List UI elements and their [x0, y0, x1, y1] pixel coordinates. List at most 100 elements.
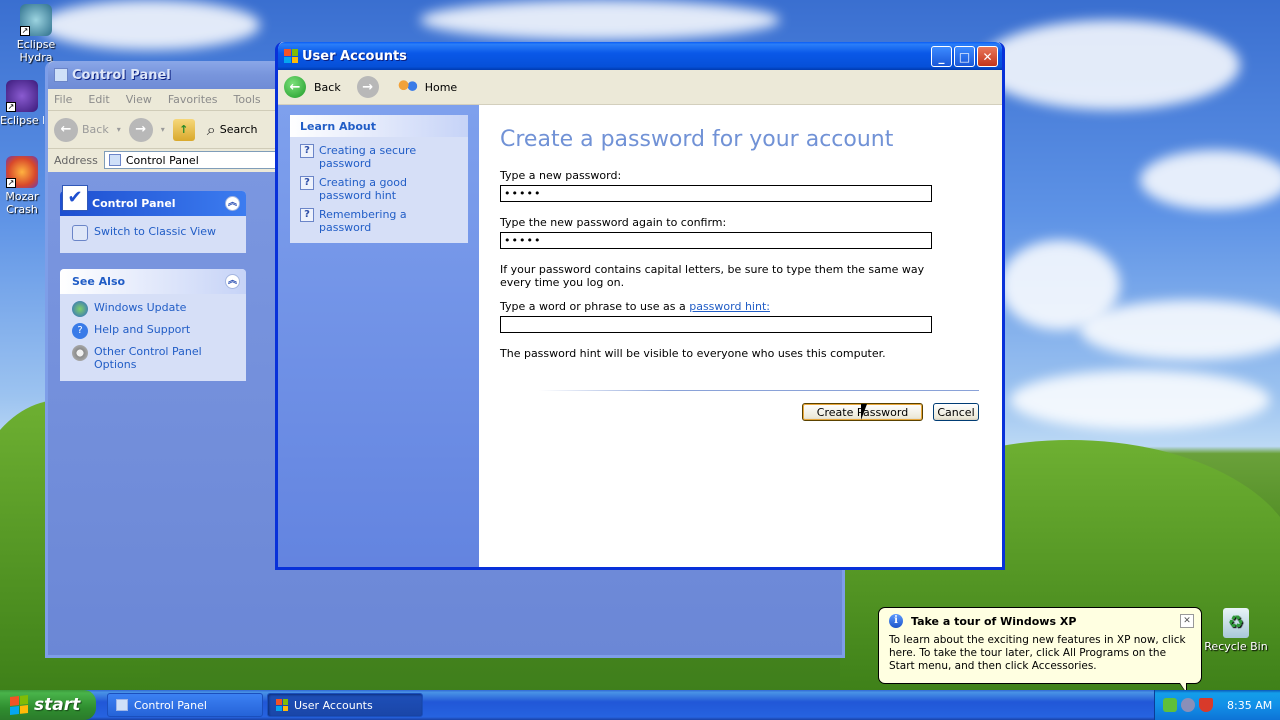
classic-view-icon	[72, 225, 88, 241]
task-label: Control Panel	[134, 698, 207, 712]
menu-file[interactable]: File	[54, 93, 72, 106]
control-panel-small-icon	[108, 154, 121, 166]
shortcut-arrow-icon: ↗	[20, 26, 30, 36]
search-icon[interactable]: ⌕	[207, 120, 216, 140]
desktop-icon-mozilla-crash[interactable]: ↗ Mozar Crash	[0, 156, 44, 216]
start-label: start	[34, 695, 81, 715]
collapse-chevron-icon[interactable]: ︽	[225, 196, 240, 211]
desktop-icon-eclipse-l[interactable]: ↗ Eclipse L	[0, 80, 44, 127]
mouse-cursor-icon	[861, 404, 873, 420]
confirm-password-label: Type the new password again to confirm:	[500, 216, 727, 229]
see-also-header[interactable]: See Also ︽	[60, 269, 246, 294]
user-accounts-titlebar[interactable]: User Accounts _ □ ✕	[278, 42, 1002, 70]
cancel-button[interactable]: Cancel	[933, 403, 979, 421]
learn-about-box: Learn About ? Creating a secure password…	[290, 115, 468, 243]
link-label: Other Control Panel Options	[94, 345, 202, 371]
close-button[interactable]: ✕	[977, 46, 998, 67]
firefox-icon: ↗	[6, 156, 38, 188]
maximize-button[interactable]: □	[954, 46, 975, 67]
password-hint-field[interactable]	[500, 316, 932, 333]
learn-password-hint-link[interactable]: ? Creating a good password hint	[290, 173, 468, 205]
back-arrow-icon[interactable]: ←	[54, 117, 78, 142]
taskbar: start Control Panel User Accounts 8:35 A…	[0, 690, 1280, 720]
help-icon: ?	[72, 323, 88, 339]
see-also-windows-update[interactable]: Windows Update	[60, 298, 246, 320]
menu-view[interactable]: View	[126, 93, 152, 106]
new-password-label: Type a new password:	[500, 169, 622, 182]
taskbar-user-accounts[interactable]: User Accounts	[267, 693, 423, 717]
caps-note: If your password contains capital letter…	[500, 263, 925, 289]
menu-tools[interactable]: Tools	[234, 93, 261, 106]
minimize-button[interactable]: _	[931, 46, 952, 67]
collapse-chevron-icon[interactable]: ︽	[225, 274, 240, 289]
back-arrow-icon[interactable]: ←	[284, 76, 306, 98]
update-tray-icon[interactable]	[1181, 698, 1195, 712]
see-also-other-options[interactable]: Other Control Panel Options	[60, 342, 246, 374]
up-folder-icon[interactable]: ↑	[172, 118, 195, 141]
security-shield-icon[interactable]	[1199, 698, 1213, 712]
search-button-label[interactable]: Search	[220, 123, 258, 136]
taskbox-header[interactable]: ✔ Control Panel ︽	[60, 185, 246, 216]
password-hint-link[interactable]: password hint:	[689, 300, 770, 313]
window-controls: _ □ ✕	[931, 46, 998, 67]
user-accounts-nav: ← Back → Home	[278, 70, 1002, 105]
back-button-label[interactable]: Back	[82, 123, 109, 136]
shortcut-arrow-icon: ↗	[6, 178, 16, 188]
user-accounts-icon	[284, 49, 298, 63]
window-title: User Accounts	[302, 48, 407, 64]
forward-arrow-icon[interactable]: →	[128, 117, 153, 142]
clock[interactable]: 8:35 AM	[1227, 699, 1272, 712]
link-label: Windows Update	[94, 301, 187, 314]
taskbar-control-panel[interactable]: Control Panel	[107, 693, 263, 717]
balloon-title: Take a tour of Windows XP	[911, 614, 1077, 628]
link-label: Help and Support	[94, 323, 191, 336]
switch-classic-view-link[interactable]: Switch to Classic View	[60, 222, 246, 244]
see-also-help-support[interactable]: ? Help and Support	[60, 320, 246, 342]
learn-about-header: Learn About	[290, 115, 468, 137]
control-panel-taskbox: ✔ Control Panel ︽ Switch to Classic View	[60, 185, 246, 253]
hint-label: Type a word or phrase to use as a passwo…	[500, 300, 770, 313]
system-tray: 8:35 AM	[1154, 690, 1280, 720]
control-panel-icon	[54, 68, 68, 82]
back-dropdown-icon[interactable]: ▾	[117, 125, 121, 134]
info-icon: i	[889, 614, 903, 628]
menu-edit[interactable]: Edit	[88, 93, 109, 106]
learn-secure-password-link[interactable]: ? Creating a secure password	[290, 141, 468, 173]
menu-favorites[interactable]: Favorites	[168, 93, 218, 106]
new-password-field[interactable]: •••••	[500, 185, 932, 202]
back-button-label[interactable]: Back	[314, 81, 341, 94]
forward-dropdown-icon[interactable]: ▾	[161, 125, 165, 134]
link-label: Remembering a password	[319, 208, 407, 234]
user-accounts-main: Create a password for your account Type …	[479, 105, 1002, 567]
start-button[interactable]: start	[0, 690, 96, 720]
desktop-icon-recycle-bin[interactable]: ♻ Recycle Bin	[1200, 608, 1272, 653]
address-label: Address	[54, 153, 98, 167]
control-panel-check-icon: ✔	[62, 185, 88, 211]
network-tray-icon[interactable]	[1163, 698, 1177, 712]
help-question-icon: ?	[300, 208, 314, 222]
balloon-title-row: i Take a tour of Windows XP	[889, 614, 1191, 628]
forward-arrow-icon[interactable]: →	[356, 76, 379, 98]
balloon-close-button[interactable]: ✕	[1180, 614, 1194, 628]
users-home-icon[interactable]	[396, 78, 419, 96]
desktop-icon-eclipse-hydra[interactable]: ↗ Eclipse Hydra	[0, 4, 72, 64]
desktop-icon-label: Mozar Crash	[5, 190, 39, 216]
user-accounts-small-icon	[276, 699, 288, 711]
task-label: User Accounts	[294, 698, 373, 712]
shortcut-arrow-icon: ↗	[6, 102, 16, 112]
home-button-label[interactable]: Home	[425, 81, 457, 94]
link-label: Creating a good password hint	[319, 176, 407, 202]
desktop-icon-label: Recycle Bin	[1204, 640, 1268, 653]
taskbox-title: Control Panel	[92, 197, 176, 210]
globe-icon	[72, 301, 88, 317]
confirm-password-field[interactable]: •••••	[500, 232, 932, 249]
help-question-icon: ?	[300, 176, 314, 190]
windows-flag-icon	[10, 695, 28, 715]
balloon-body[interactable]: To learn about the exciting new features…	[889, 634, 1191, 673]
user-accounts-window[interactable]: User Accounts _ □ ✕ ← Back → Home Learn …	[275, 42, 1005, 570]
user-accounts-sidebar: Learn About ? Creating a secure password…	[278, 105, 479, 567]
learn-remembering-password-link[interactable]: ? Remembering a password	[290, 205, 468, 237]
link-label: Switch to Classic View	[94, 225, 217, 238]
tour-balloon[interactable]: i Take a tour of Windows XP To learn abo…	[878, 607, 1202, 694]
page-title: Create a password for your account	[500, 127, 894, 152]
